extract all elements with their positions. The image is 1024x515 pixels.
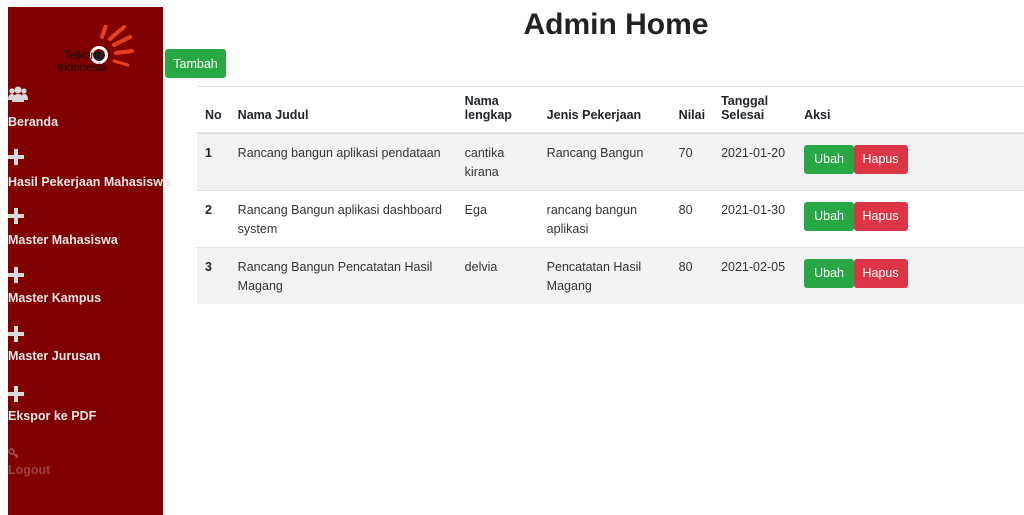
sidebar-item-master-mahasiswa[interactable]: Master Mahasiswa: [8, 206, 163, 251]
cell-nama-lengkap: cantika kirana: [456, 132, 539, 190]
delete-button[interactable]: Hapus: [853, 258, 908, 288]
cell-no: 2: [197, 189, 230, 247]
col-header-nilai: Nilai: [670, 86, 714, 134]
cell-jenis-pekerjaan: Pencatatan Hasil Magang: [538, 246, 671, 304]
sidebar-item-label: Beranda: [8, 115, 59, 129]
cell-tanggal-selesai: 2021-01-20: [713, 132, 797, 190]
edit-button[interactable]: Ubah: [804, 144, 855, 174]
sidebar-item-master-jurusan[interactable]: Master Jurusan: [8, 324, 163, 369]
cell-no: 3: [197, 246, 230, 304]
cell-nama-judul: Rancang bangun aplikasi pendataan: [229, 132, 457, 190]
sidebar-item-label: Master Kampus: [8, 291, 102, 305]
cell-tanggal-selesai: 2021-02-05: [713, 246, 797, 304]
cell-nilai: 70: [670, 132, 714, 190]
logo-text: Telkom Indonesia: [42, 49, 122, 73]
col-header-nama-lengkap: Nama lengkap: [456, 86, 539, 134]
edit-button[interactable]: Ubah: [804, 201, 855, 231]
cell-tanggal-selesai: 2021-01-30: [713, 189, 797, 247]
logo-line-2: Indonesia: [57, 60, 107, 74]
data-table: No Nama Judul Nama lengkap Jenis Pekerjaa…: [197, 86, 1024, 304]
plus-icon: [8, 208, 28, 224]
sidebar-item-label: Master Jurusan: [8, 349, 101, 363]
cell-nama-lengkap: Ega: [456, 189, 539, 247]
cell-nilai: 80: [670, 189, 714, 247]
cell-aksi: Ubah Hapus: [796, 246, 1024, 304]
cell-aksi: Ubah Hapus: [796, 189, 1024, 247]
plus-icon: [8, 386, 28, 402]
col-header-tanggal: Tanggal Selesai: [713, 86, 797, 134]
page-title: Admin Home: [523, 8, 709, 41]
cell-jenis-pekerjaan: Rancang Bangun: [538, 132, 671, 190]
cell-aksi: Ubah Hapus: [796, 132, 1024, 190]
sidebar-item-beranda[interactable]: Beranda: [8, 84, 163, 129]
cell-jenis-pekerjaan: rancang bangun aplikasi: [538, 189, 671, 247]
table-header-row: No Nama Judul Nama lengkap Jenis Pekerjaa…: [197, 86, 1024, 134]
key-icon: [8, 447, 28, 463]
sidebar-item-ekspor-pdf[interactable]: Ekspor ke PDF: [8, 384, 163, 429]
sidebar-item-master-kampus[interactable]: Master Kampus: [8, 265, 163, 310]
table-row: 3 Rancang Bangun Pencatatan Hasil Magang…: [197, 246, 1024, 304]
table-row: 2 Rancang Bangun aplikasi dashboard syst…: [197, 189, 1024, 247]
col-header-tanggal-line1: Tanggal: [721, 93, 769, 108]
plus-icon: [8, 149, 28, 165]
sidebar-item-label: Hasil Pekerjaan Mahasiswa: [8, 175, 170, 189]
col-header-nama-lengkap-line2: lengkap: [464, 107, 512, 122]
plus-icon: [8, 326, 28, 342]
plus-icon: [8, 267, 28, 283]
delete-button[interactable]: Hapus: [853, 144, 908, 174]
table-row: 1 Rancang bangun aplikasi pendataan cant…: [197, 132, 1024, 190]
edit-button[interactable]: Ubah: [804, 258, 855, 288]
sidebar-item-hasil-pekerjaan[interactable]: Hasil Pekerjaan Mahasiswa: [8, 147, 170, 192]
sidebar-item-logout[interactable]: Logout: [8, 443, 163, 483]
col-header-nama-judul: Nama Judul: [229, 86, 457, 134]
col-header-aksi: Aksi: [796, 86, 1024, 134]
users-icon: [8, 86, 28, 102]
col-header-nama-lengkap-line1: Nama: [464, 93, 499, 108]
cell-nama-lengkap: delvia: [456, 246, 539, 304]
delete-button[interactable]: Hapus: [853, 201, 908, 231]
col-header-jenis: Jenis Pekerjaan: [538, 86, 671, 134]
cell-nama-judul: Rancang Bangun Pencatatan Hasil Magang: [229, 246, 457, 304]
add-button[interactable]: Tambah: [165, 49, 226, 78]
sidebar-item-label: Master Mahasiswa: [8, 233, 118, 247]
sidebar-item-label: Logout: [8, 463, 51, 477]
col-header-tanggal-line2: Selesai: [721, 107, 765, 122]
sidebar: Telkom Indonesia Beranda Hasil Pekerjaan…: [8, 7, 170, 515]
col-header-no: No: [197, 86, 230, 134]
cell-nama-judul: Rancang Bangun aplikasi dashboard system: [229, 189, 457, 247]
cell-no: 1: [197, 132, 230, 190]
cell-nilai: 80: [670, 246, 714, 304]
sidebar-item-label: Ekspor ke PDF: [8, 409, 97, 423]
